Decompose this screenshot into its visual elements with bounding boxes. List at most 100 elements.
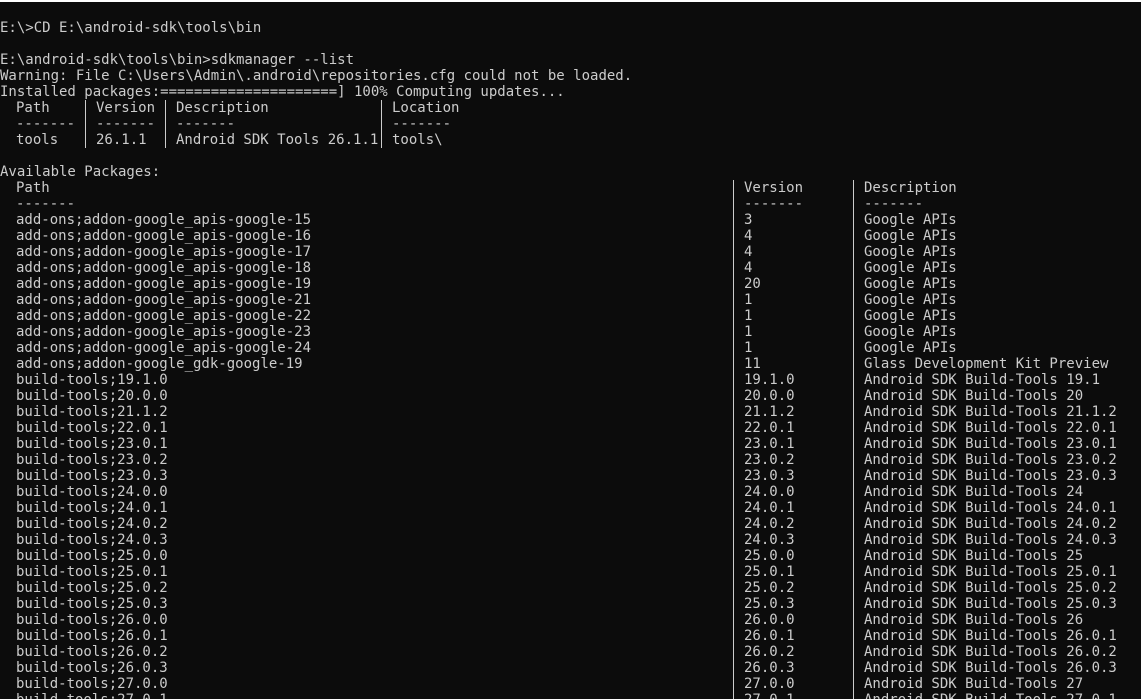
package-path-cell: build-tools;21.1.2 [16, 404, 168, 420]
package-path-cell: add-ons;addon-google_apis-google-24 [16, 340, 312, 356]
package-version-cell: 20 [744, 276, 761, 292]
installed-column-separator [381, 100, 382, 148]
package-description-cell: Google APIs [864, 212, 957, 228]
package-version-cell: 27.0.1 [744, 692, 795, 699]
command-prompt-console[interactable]: E:\>CD E:\android-sdk\tools\bin E:\andro… [0, 2, 1141, 699]
package-path-cell: add-ons;addon-google_apis-google-19 [16, 276, 312, 292]
package-path-cell: build-tools;20.0.0 [16, 388, 168, 404]
package-description-cell: Android SDK Build-Tools 24.0.1 [864, 500, 1117, 516]
cd-command-line: E:\>CD E:\android-sdk\tools\bin [0, 20, 262, 36]
package-description-cell: Android SDK Build-Tools 20 [864, 388, 1084, 404]
package-path-cell: build-tools;26.0.2 [16, 644, 168, 660]
package-path-cell: build-tools;25.0.2 [16, 580, 168, 596]
package-version-cell: 23.0.3 [744, 468, 795, 484]
package-path-cell: add-ons;addon-google_apis-google-16 [16, 228, 312, 244]
package-description-cell: Android SDK Build-Tools 24.0.2 [864, 516, 1117, 532]
package-description-cell: Google APIs [864, 292, 957, 308]
package-description-cell: Google APIs [864, 228, 957, 244]
package-version-cell: 20.0.0 [744, 388, 795, 404]
installed-column-separator [165, 100, 166, 148]
package-path-cell: build-tools;24.0.1 [16, 500, 168, 516]
available-version-header: Version [744, 180, 804, 196]
package-path-cell: build-tools;23.0.3 [16, 468, 168, 484]
package-version-cell: 23.0.1 [744, 436, 795, 452]
package-version-cell: 24.0.1 [744, 500, 795, 516]
available-description-header: Description [864, 180, 957, 196]
package-description-cell: Google APIs [864, 324, 957, 340]
package-version-cell: 3 [744, 212, 753, 228]
package-path-cell: build-tools;22.0.1 [16, 420, 168, 436]
progress-line: Installed packages:=====================… [0, 84, 565, 100]
available-description-dashes: ------- [864, 196, 924, 212]
package-version-cell: 4 [744, 228, 753, 244]
package-version-cell: 19.1.0 [744, 372, 795, 388]
package-path-cell: add-ons;addon-google_apis-google-15 [16, 212, 312, 228]
warning-line: Warning: File C:\Users\Admin\.android\re… [0, 68, 633, 84]
package-version-cell: 11 [744, 356, 761, 372]
package-version-cell: 27.0.0 [744, 676, 795, 692]
package-path-cell: build-tools;25.0.3 [16, 596, 168, 612]
package-version-cell: 26.0.3 [744, 660, 795, 676]
package-version-cell: 24.0.2 [744, 516, 795, 532]
package-version-cell: 23.0.2 [744, 452, 795, 468]
available-packages-heading: Available Packages: [0, 164, 161, 180]
package-version-cell: 24.0.3 [744, 532, 795, 548]
package-path-cell: build-tools;24.0.2 [16, 516, 168, 532]
installed-location-cell: tools\ [392, 132, 443, 148]
package-description-cell: Android SDK Build-Tools 26.0.3 [864, 660, 1117, 676]
available-version-dashes: ------- [744, 196, 804, 212]
available-path-dashes: ------- [16, 196, 76, 212]
installed-path-header: Path [16, 100, 50, 116]
installed-version-cell: 26.1.1 [96, 132, 147, 148]
package-version-cell: 25.0.2 [744, 580, 795, 596]
package-path-cell: build-tools;23.0.2 [16, 452, 168, 468]
package-path-cell: build-tools;26.0.1 [16, 628, 168, 644]
package-path-cell: build-tools;27.0.0 [16, 676, 168, 692]
package-path-cell: build-tools;24.0.3 [16, 532, 168, 548]
package-version-cell: 1 [744, 292, 753, 308]
available-column-separator [853, 180, 854, 699]
package-description-cell: Google APIs [864, 276, 957, 292]
package-description-cell: Android SDK Build-Tools 22.0.1 [864, 420, 1117, 436]
package-path-cell: add-ons;addon-google_apis-google-22 [16, 308, 312, 324]
package-path-cell: add-ons;addon-google_apis-google-21 [16, 292, 312, 308]
package-path-cell: build-tools;26.0.0 [16, 612, 168, 628]
package-version-cell: 1 [744, 308, 753, 324]
package-description-cell: Android SDK Build-Tools 21.1.2 [864, 404, 1117, 420]
package-version-cell: 22.0.1 [744, 420, 795, 436]
package-description-cell: Android SDK Build-Tools 23.0.2 [864, 452, 1117, 468]
package-path-cell: build-tools;25.0.1 [16, 564, 168, 580]
package-version-cell: 26.0.0 [744, 612, 795, 628]
installed-description-header: Description [176, 100, 269, 116]
installed-column-separator [85, 100, 86, 148]
package-description-cell: Android SDK Build-Tools 26.0.2 [864, 644, 1117, 660]
package-path-cell: build-tools;23.0.1 [16, 436, 168, 452]
package-version-cell: 24.0.0 [744, 484, 795, 500]
package-description-cell: Google APIs [864, 260, 957, 276]
package-version-cell: 21.1.2 [744, 404, 795, 420]
package-description-cell: Android SDK Build-Tools 26 [864, 612, 1084, 628]
package-description-cell: Android SDK Build-Tools 26.0.1 [864, 628, 1117, 644]
package-version-cell: 25.0.1 [744, 564, 795, 580]
package-description-cell: Android SDK Build-Tools 27 [864, 676, 1084, 692]
package-version-cell: 4 [744, 244, 753, 260]
package-path-cell: add-ons;addon-google_apis-google-18 [16, 260, 312, 276]
available-path-header: Path [16, 180, 50, 196]
package-description-cell: Android SDK Build-Tools 25.0.1 [864, 564, 1117, 580]
package-description-cell: Glass Development Kit Preview [864, 356, 1109, 372]
package-description-cell: Google APIs [864, 244, 957, 260]
package-version-cell: 4 [744, 260, 753, 276]
installed-version-header: Version [96, 100, 156, 116]
installed-description-dashes: ------- [176, 116, 236, 132]
package-path-cell: build-tools;24.0.0 [16, 484, 168, 500]
installed-location-dashes: ------- [392, 116, 452, 132]
package-path-cell: build-tools;19.1.0 [16, 372, 168, 388]
package-description-cell: Android SDK Build-Tools 24 [864, 484, 1084, 500]
package-path-cell: add-ons;addon-google_apis-google-17 [16, 244, 312, 260]
package-path-cell: add-ons;addon-google_apis-google-23 [16, 324, 312, 340]
installed-version-dashes: ------- [96, 116, 156, 132]
installed-description-cell: Android SDK Tools 26.1.1 [176, 132, 379, 148]
package-version-cell: 1 [744, 340, 753, 356]
installed-path-cell: tools [16, 132, 59, 148]
package-description-cell: Google APIs [864, 308, 957, 324]
